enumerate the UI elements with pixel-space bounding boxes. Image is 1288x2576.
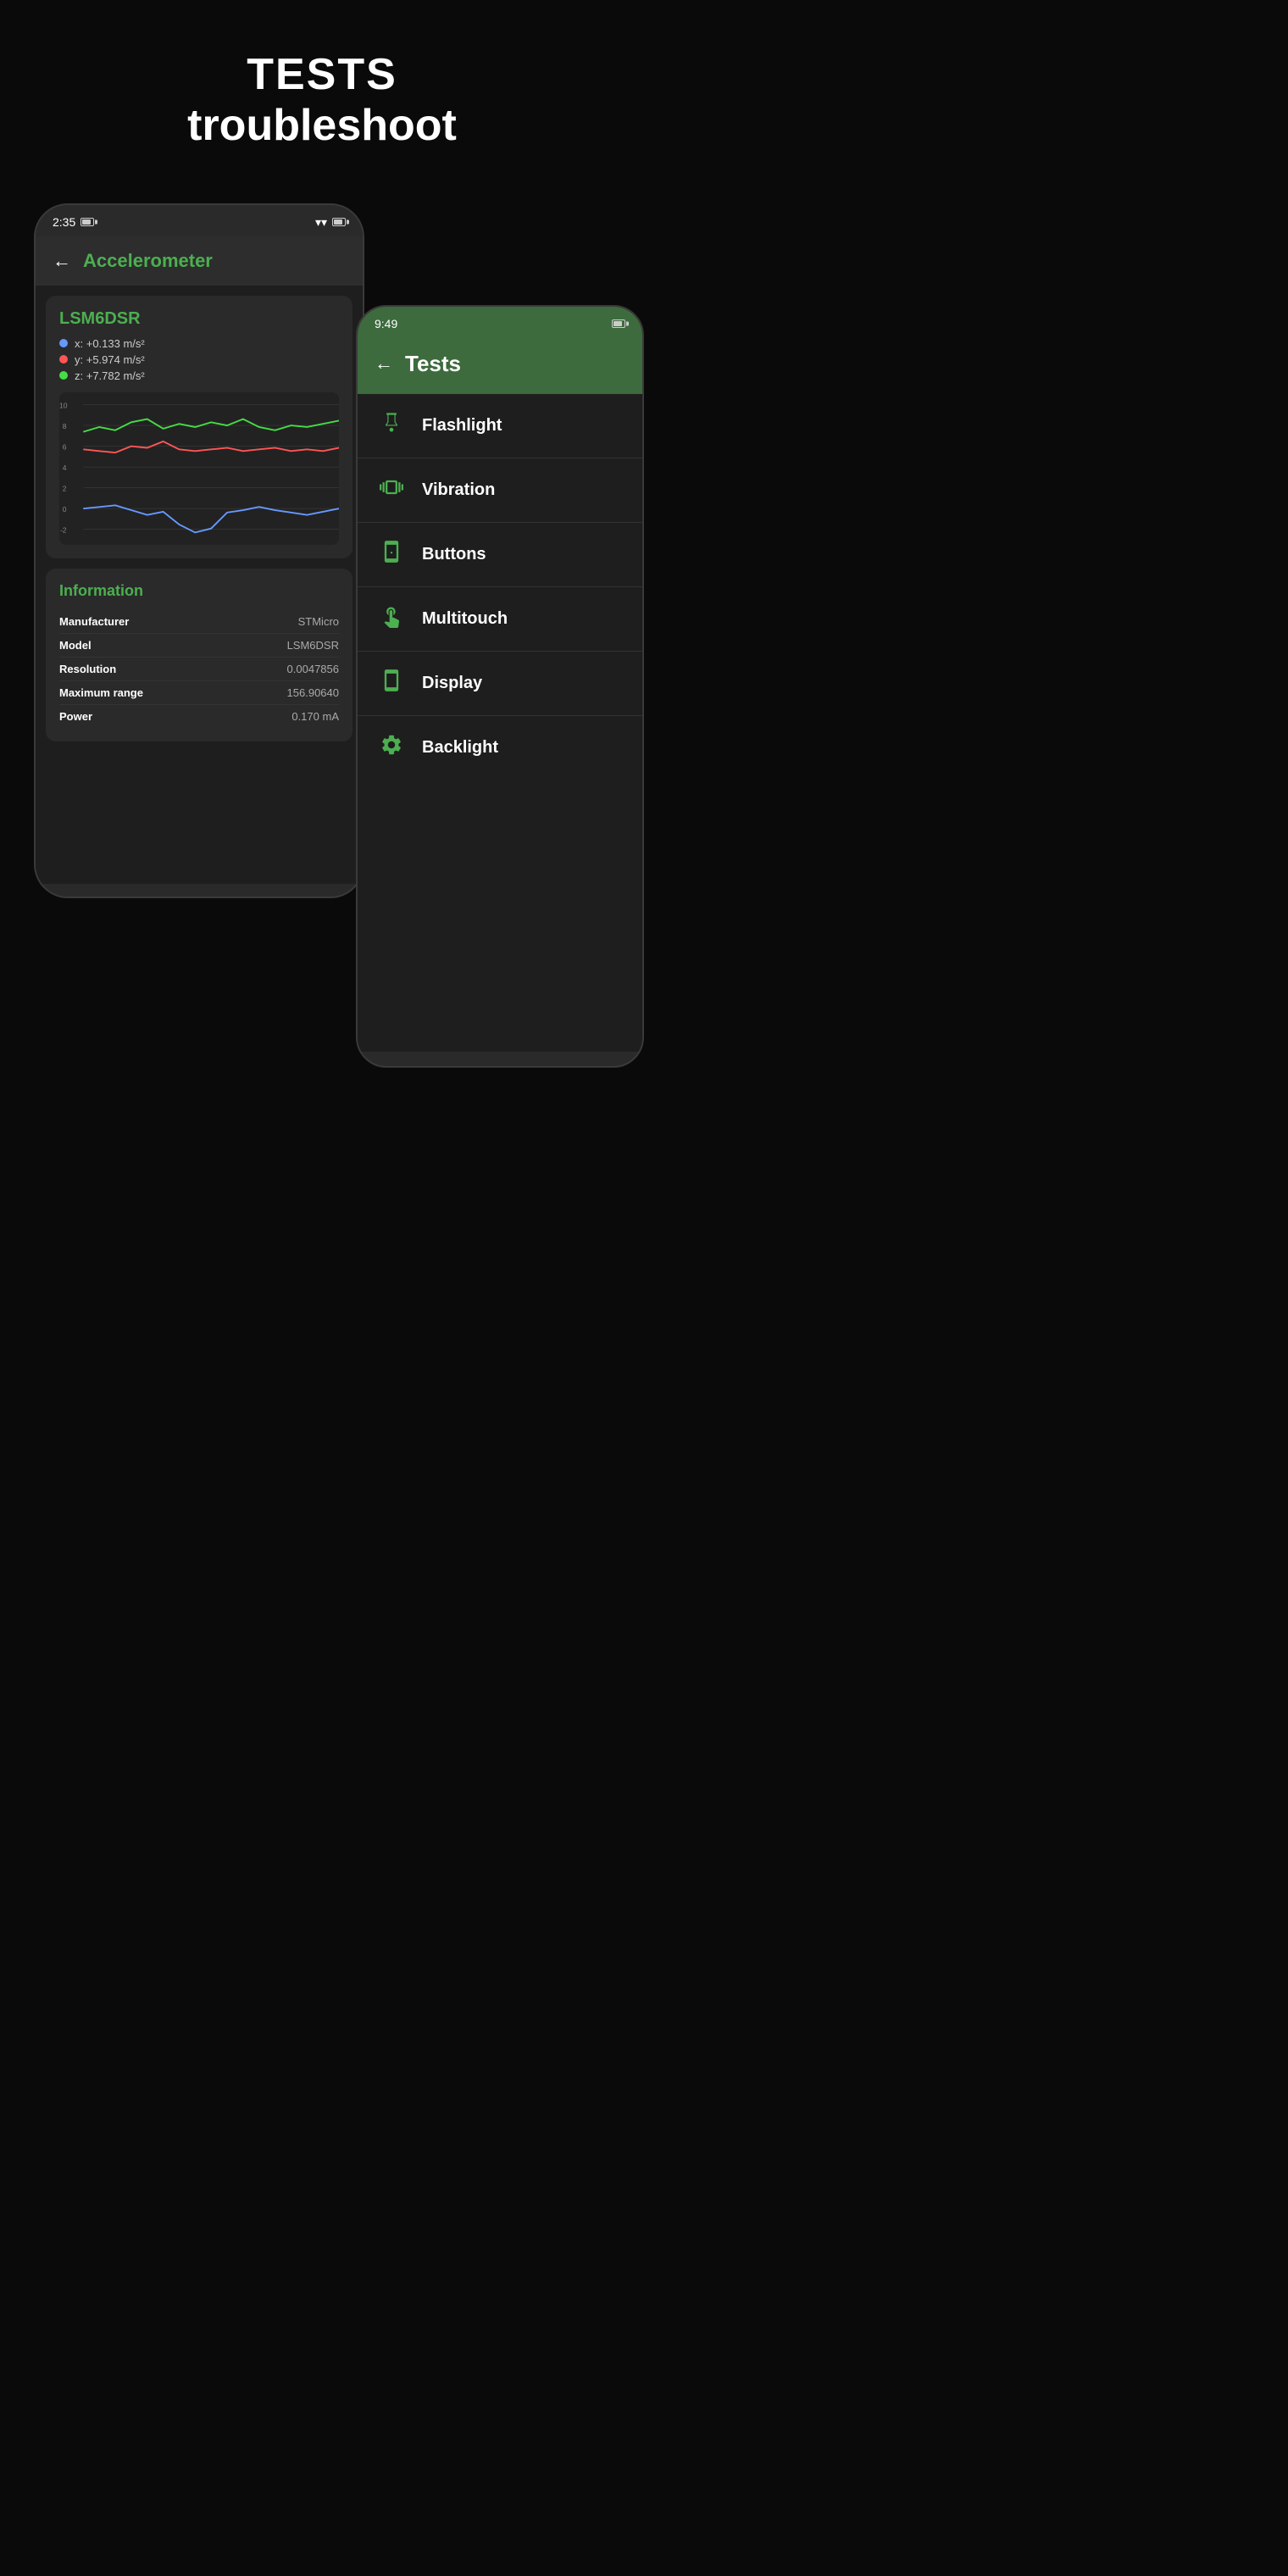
svg-text:6: 6 [63,442,67,451]
app-bar-front: ← Tests [358,337,642,394]
buttons-icon [376,540,407,569]
tests-title: TESTS [17,51,627,99]
back-arrow-front[interactable]: ← [375,353,393,375]
content-front: Flashlight Vibration Buttons [358,394,642,1052]
info-row-power: Power 0.170 mA [59,705,339,728]
back-arrow-back[interactable]: ← [53,250,71,272]
battery-icon-back [80,218,94,226]
test-item-flashlight[interactable]: Flashlight [358,394,642,458]
legend-z: z: +7.782 m/s² [59,369,339,382]
info-row-resolution: Resolution 0.0047856 [59,658,339,681]
value-resolution: 0.0047856 [287,663,339,675]
sensor-card: LSM6DSR x: +0.133 m/s² y: +5.974 m/s² z:… [46,296,353,558]
dot-y [59,355,68,364]
app-title-front: Tests [405,351,461,377]
label-resolution: Resolution [59,663,116,675]
chart-svg: 10 8 6 4 2 0 -2 [59,392,339,545]
label-model: Model [59,639,92,652]
backlight-label: Backlight [422,738,498,758]
flashlight-label: Flashlight [422,416,502,436]
svg-text:8: 8 [63,421,67,430]
value-maxrange: 156.90640 [287,686,339,699]
time-back: 2:35 [53,215,75,229]
phone-back: 2:35 ▾▾ ← Accelerometer LSM6DSR x: +0.13… [34,203,364,898]
status-bar-front: 9:49 [358,307,642,337]
vibration-label: Vibration [422,480,495,500]
legend-y: y: +5.974 m/s² [59,353,339,366]
dot-z [59,371,68,380]
status-right-back: ▾▾ [315,215,346,230]
test-item-backlight[interactable]: Backlight [358,716,642,780]
dot-x [59,339,68,347]
multitouch-label: Multitouch [422,609,508,629]
svg-text:0: 0 [63,504,67,513]
label-maxrange: Maximum range [59,686,143,699]
phones-container: 2:35 ▾▾ ← Accelerometer LSM6DSR x: +0.13… [0,186,644,1288]
label-manufacturer: Manufacturer [59,615,129,628]
vibration-icon [376,475,407,505]
troubleshoot-title: troubleshoot [17,99,627,152]
status-left-back: 2:35 [53,215,94,229]
label-power: Power [59,710,92,723]
test-item-multitouch[interactable]: Multitouch [358,587,642,652]
svg-text:-2: -2 [60,525,67,534]
value-model: LSM6DSR [287,639,339,652]
info-row-model: Model LSM6DSR [59,634,339,658]
x-value: x: +0.133 m/s² [75,337,145,350]
sensor-name: LSM6DSR [59,309,339,329]
info-card: Information Manufacturer STMicro Model L… [46,569,353,741]
svg-text:4: 4 [63,463,67,471]
y-value: y: +5.974 m/s² [75,353,145,366]
status-bar-back: 2:35 ▾▾ [36,205,363,236]
time-front: 9:49 [375,317,397,330]
wifi-icon-back: ▾▾ [315,215,327,230]
battery-icon2-back [332,218,346,226]
battery-icon-front [612,319,625,328]
multitouch-icon [376,604,407,634]
legend-x: x: +0.133 m/s² [59,337,339,350]
test-item-display[interactable]: Display [358,652,642,716]
display-icon [376,669,407,698]
svg-text:2: 2 [63,484,67,492]
chart-container: 10 8 6 4 2 0 -2 [59,392,339,545]
legend: x: +0.133 m/s² y: +5.974 m/s² z: +7.782 … [59,337,339,382]
value-power: 0.170 mA [291,710,339,723]
content-back: LSM6DSR x: +0.133 m/s² y: +5.974 m/s² z:… [36,286,363,884]
info-row-manufacturer: Manufacturer STMicro [59,610,339,634]
buttons-label: Buttons [422,545,486,564]
svg-text:10: 10 [59,401,68,409]
flashlight-icon [376,411,407,441]
test-item-buttons[interactable]: Buttons [358,523,642,587]
app-title-back: Accelerometer [83,250,213,272]
info-row-maxrange: Maximum range 156.90640 [59,681,339,705]
backlight-icon [376,733,407,763]
display-label: Display [422,674,482,693]
phone-front: 9:49 ← Tests Flashlight [356,305,644,1068]
info-title: Information [59,582,339,600]
app-bar-back: ← Accelerometer [36,236,363,286]
z-value: z: +7.782 m/s² [75,369,145,382]
value-manufacturer: STMicro [298,615,339,628]
test-item-vibration[interactable]: Vibration [358,458,642,523]
header-section: TESTS troubleshoot [0,0,644,186]
